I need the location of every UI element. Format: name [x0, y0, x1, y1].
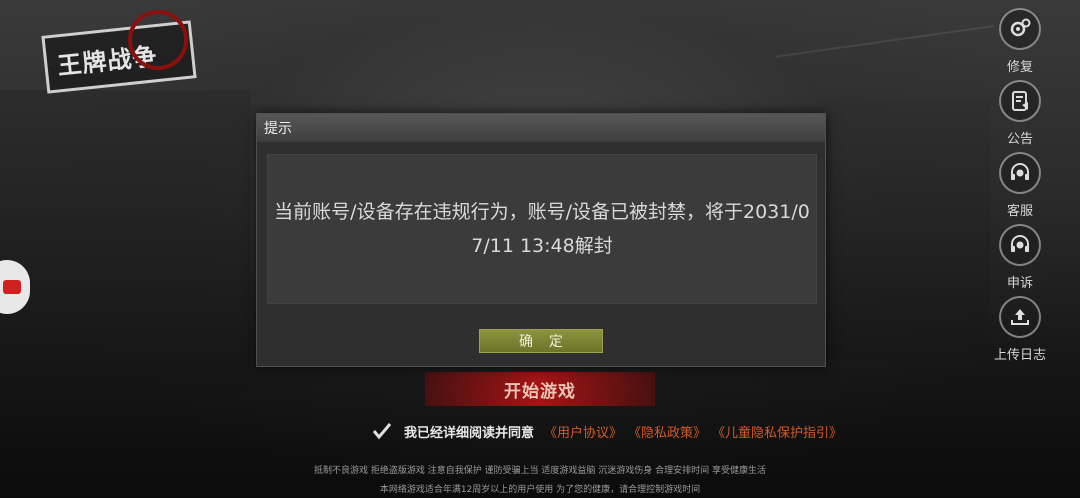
gear-icon: [999, 8, 1041, 50]
logo-emblem: [128, 10, 188, 70]
ban-notice-dialog: 提示 当前账号/设备存在违规行为，账号/设备已被封禁，将于2031/07/11 …: [256, 113, 826, 367]
agreement-checkbox[interactable]: [372, 421, 392, 441]
right-menu: 修复 公告 客服 申诉 上传日志: [990, 8, 1050, 368]
menu-item-appeal[interactable]: 申诉: [990, 224, 1050, 296]
appeal-headset-icon: [999, 224, 1041, 266]
dialog-title: 提示: [264, 121, 292, 137]
upload-icon: [999, 296, 1041, 338]
background-building-left: [0, 90, 250, 390]
menu-item-upload-log[interactable]: 上传日志: [990, 296, 1050, 368]
dialog-body: 当前账号/设备存在违规行为，账号/设备已被封禁，将于2031/07/11 13:…: [267, 154, 817, 304]
menu-item-notice[interactable]: 公告: [990, 80, 1050, 152]
footer-notice-line-1: 抵制不良游戏 拒绝盗版游戏 注意自我保护 谨防受骗上当 适度游戏益脑 沉迷游戏伤…: [313, 466, 767, 476]
menu-label-repair: 修复: [1006, 60, 1033, 75]
start-game-label: 开始游戏: [504, 381, 576, 401]
dialog-header: 提示: [257, 114, 825, 142]
user-agreement-link[interactable]: 《用户协议》: [544, 422, 622, 441]
dialog-message: 当前账号/设备存在违规行为，账号/设备已被封禁，将于2031/07/11 13:…: [274, 201, 810, 257]
menu-label-upload-log: 上传日志: [993, 348, 1046, 363]
menu-label-notice: 公告: [1006, 132, 1033, 147]
confirm-button-label: 确 定: [519, 333, 569, 349]
menu-label-appeal: 申诉: [1006, 276, 1033, 291]
menu-item-repair[interactable]: 修复: [990, 8, 1050, 80]
footer-notice-line-2: 本网络游戏适合年满12周岁以上的用户使用 为了您的健康，请合理控制游戏时间: [379, 485, 701, 495]
confirm-button[interactable]: 确 定: [479, 329, 603, 353]
agreement-text: 我已经详细阅读并同意: [404, 425, 535, 441]
headset-icon: [999, 152, 1041, 194]
agreement-row: 我已经详细阅读并同意 《用户协议》 《隐私政策》 《儿童隐私保护指引》: [372, 420, 848, 442]
start-game-button[interactable]: 开始游戏: [425, 372, 655, 406]
notice-icon: [999, 80, 1041, 122]
child-privacy-link[interactable]: 《儿童隐私保护指引》: [712, 422, 842, 441]
privacy-policy-link[interactable]: 《隐私政策》: [628, 422, 706, 441]
floating-button-icon: [3, 280, 21, 294]
menu-label-service: 客服: [1006, 204, 1033, 219]
background-building-right: [820, 100, 990, 360]
menu-item-service[interactable]: 客服: [990, 152, 1050, 224]
